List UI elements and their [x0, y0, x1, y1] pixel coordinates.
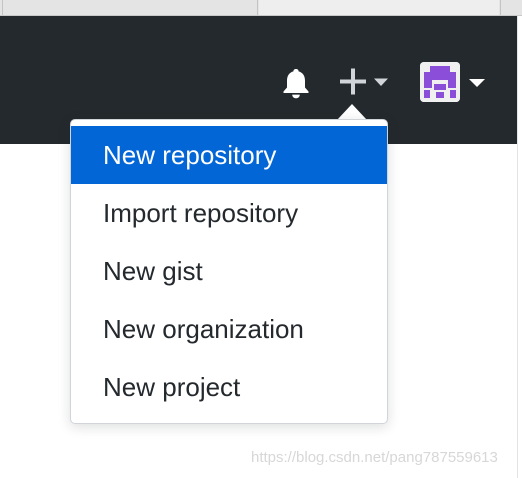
page-edge	[517, 16, 522, 478]
menu-item-new-organization[interactable]: New organization	[71, 300, 387, 358]
tab-divider	[257, 0, 258, 15]
bell-icon[interactable]	[281, 67, 311, 99]
user-menu-button[interactable]	[420, 62, 486, 102]
watermark: https://blog.csdn.net/pang787559613	[251, 449, 498, 466]
menu-item-new-repository[interactable]: New repository	[71, 126, 387, 184]
tab-divider	[500, 0, 501, 15]
triangle-down-icon	[374, 78, 388, 86]
plus-icon	[340, 68, 366, 95]
browser-tab-strip	[0, 0, 522, 16]
create-new-button[interactable]	[338, 66, 392, 98]
menu-item-import-repository[interactable]: Import repository	[71, 184, 387, 242]
menu-item-new-project[interactable]: New project	[71, 358, 387, 416]
create-new-dropdown: New repository Import repository New gis…	[70, 119, 388, 424]
dropdown-pointer	[337, 104, 367, 120]
pixel-avatar-icon	[420, 62, 460, 102]
tab-divider	[2, 0, 3, 15]
triangle-down-icon	[469, 79, 485, 87]
browser-tab[interactable]	[259, 0, 499, 15]
menu-item-new-gist[interactable]: New gist	[71, 242, 387, 300]
